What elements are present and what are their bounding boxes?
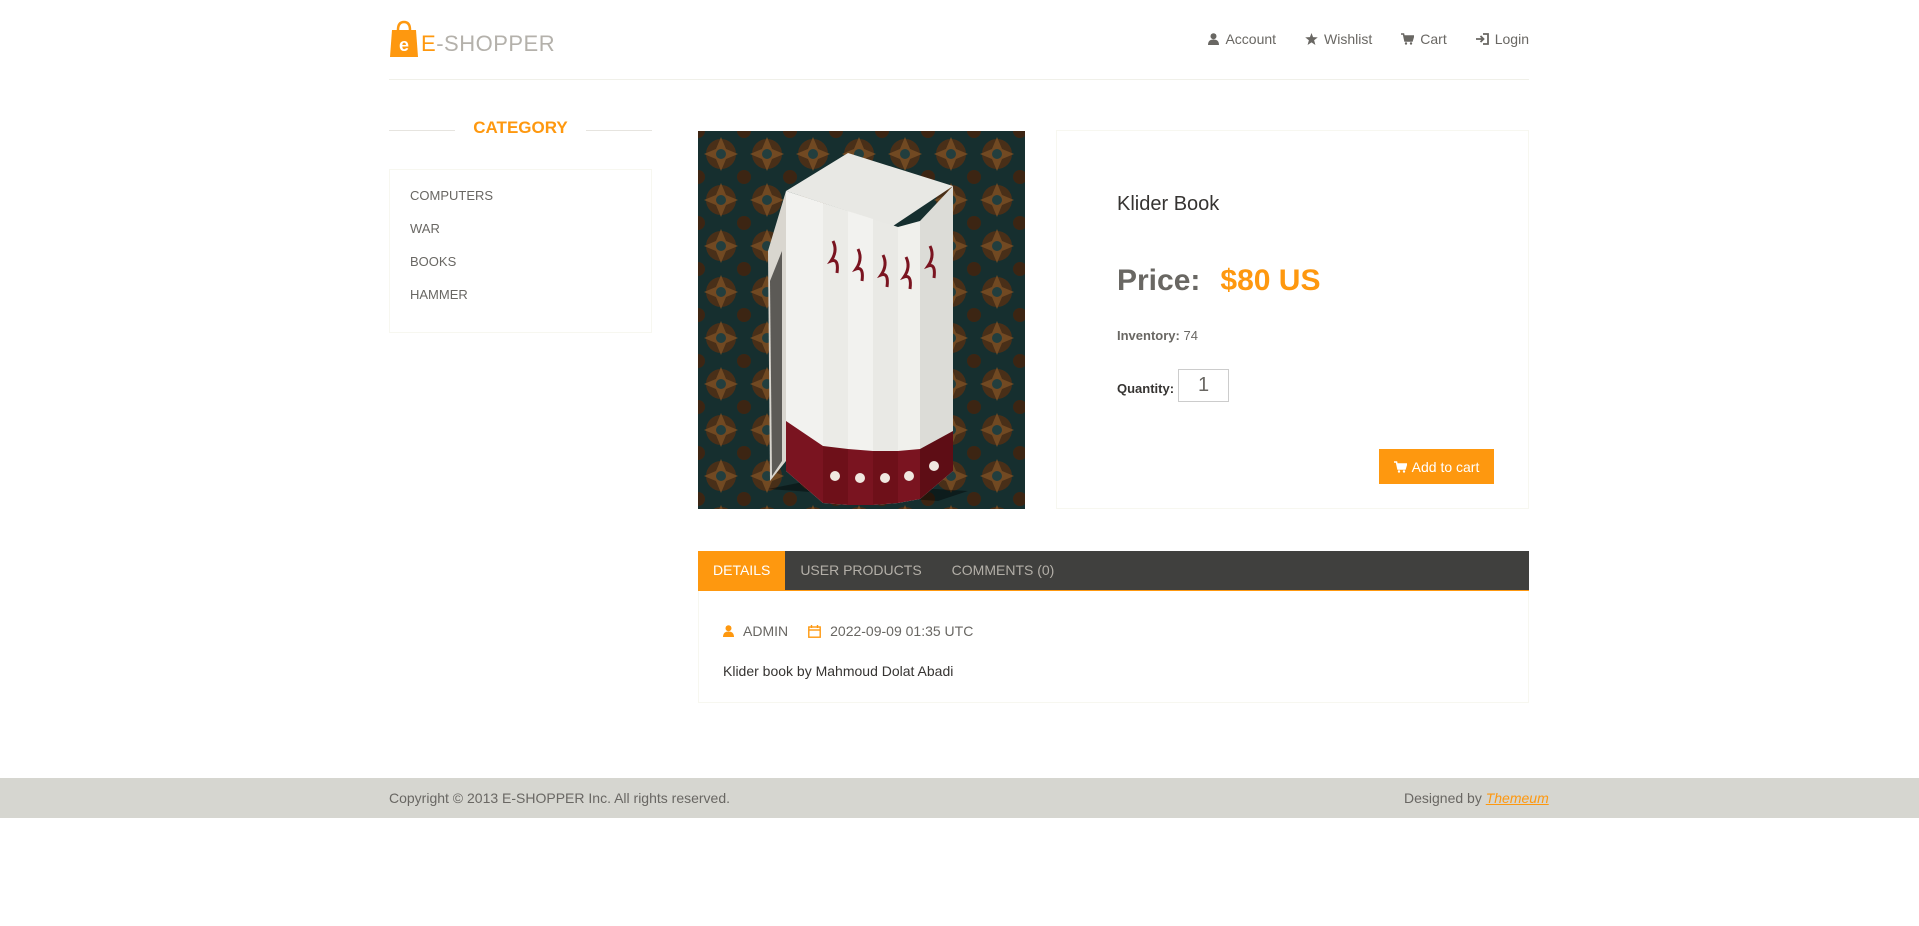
svg-text:e: e [399,35,409,55]
tab-comments[interactable]: COMMENTS (0) [937,551,1070,590]
details-panel: ADMIN 2022-09-09 01:35 UTC Klider book b… [698,591,1529,703]
product-info-panel: Klider Book Price: $80 US Inventory: 74 … [1056,130,1529,509]
designed-by: Designed by Themeum [1404,790,1549,806]
logo[interactable]: e E-SHOPPER [389,20,555,58]
price-label: Price: [1117,264,1201,297]
logo-text: E-SHOPPER [421,31,556,56]
nav-account-label: Account [1225,31,1277,47]
quantity: Quantity: [1117,369,1230,402]
author: ADMIN [723,623,788,639]
inventory-value: 74 [1183,328,1198,343]
nav-wishlist-label: Wishlist [1324,31,1373,47]
product-tabs: DETAILS USER PRODUCTS COMMENTS (0) [698,551,1529,591]
category-item-books[interactable]: BOOKS [410,254,631,287]
price-value: $80 US [1220,264,1321,297]
nav-login[interactable]: Login [1475,31,1529,47]
details-meta: ADMIN 2022-09-09 01:35 UTC [723,623,993,639]
quantity-label: Quantity: [1117,381,1175,396]
quantity-input[interactable] [1178,369,1230,402]
product-title: Klider Book [1117,193,1220,215]
inventory-label: Inventory: [1117,328,1180,343]
product-image [698,131,1025,509]
category-sidebar: CATEGORY COMPUTERS WAR BOOKS HAMMER [389,118,652,333]
author-name: ADMIN [743,623,789,639]
add-to-cart-label: Add to cart [1411,458,1480,475]
shopping-bag-icon: e [389,20,419,58]
tab-user-products[interactable]: USER PRODUCTS [785,551,936,590]
tab-details[interactable]: DETAILS [698,551,786,590]
shopping-cart-icon [1401,33,1415,45]
category-item-hammer[interactable]: HAMMER [410,287,631,320]
copyright-text: Copyright © 2013 E-SHOPPER Inc. All righ… [389,790,731,806]
category-list: COMPUTERS WAR BOOKS HAMMER [389,169,652,333]
inventory: Inventory: 74 [1117,328,1198,343]
category-title: CATEGORY [389,118,652,142]
nav-wishlist[interactable]: Wishlist [1305,31,1372,47]
product-description: Klider book by Mahmoud Dolat Abadi [723,663,954,679]
user-icon [723,625,734,637]
shopping-cart-icon [1393,460,1407,473]
add-to-cart-button[interactable]: Add to cart [1379,449,1494,484]
nav-cart[interactable]: Cart [1401,31,1447,47]
post-date-value: 2022-09-09 01:35 UTC [830,623,974,639]
top-nav: Account Wishlist Cart Login [1179,31,1529,47]
product-price: Price: $80 US [1117,264,1320,298]
category-item-computers[interactable]: COMPUTERS [410,188,631,221]
footer: Copyright © 2013 E-SHOPPER Inc. All righ… [0,778,1919,818]
category-item-war[interactable]: WAR [410,221,631,254]
themeum-link[interactable]: Themeum [1486,790,1549,806]
post-date: 2022-09-09 01:35 UTC [808,623,973,639]
star-icon [1305,33,1318,45]
sign-in-icon [1475,33,1489,45]
nav-cart-label: Cart [1420,31,1447,47]
header: e E-SHOPPER Account Wishlist Cart Login [389,0,1529,80]
nav-login-label: Login [1494,31,1529,47]
designed-by-prefix: Designed by [1404,790,1486,806]
calendar-icon [808,624,822,638]
nav-account[interactable]: Account [1208,31,1276,47]
user-icon [1208,33,1220,45]
